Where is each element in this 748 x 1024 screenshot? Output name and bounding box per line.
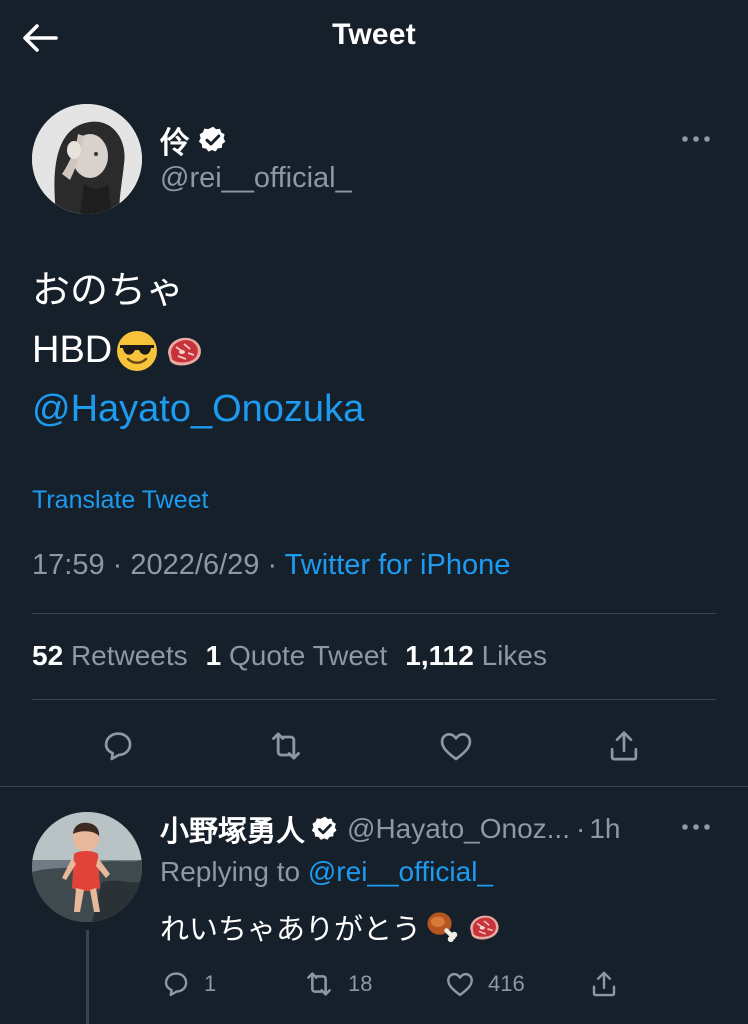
retweet-icon — [307, 972, 331, 996]
author-name-text: 伶 — [160, 127, 190, 160]
meta-separator: · — [267, 549, 278, 581]
avatar-image — [32, 104, 142, 214]
tweet-line-2: HBD — [32, 321, 712, 380]
tweet-line-1: おのちゃ — [32, 270, 185, 312]
quotes-count: 1 — [205, 640, 222, 671]
reply-reply-count: 1 — [204, 971, 217, 996]
tweet-date: 2022/6/29 — [130, 549, 260, 581]
reply-reply-button[interactable]: 1 — [160, 962, 216, 1006]
likes-stat[interactable]: 1,112 Likes — [405, 640, 547, 672]
more-horizontal-icon — [682, 824, 710, 830]
reply-like-count: 416 — [488, 971, 525, 996]
reply-age[interactable]: 1h — [589, 813, 620, 845]
verified-badge-icon — [311, 816, 337, 840]
speech-bubble-icon — [164, 972, 188, 997]
quotes-stat[interactable]: 1 Quote Tweet — [206, 640, 388, 672]
reply-retweet-count: 18 — [348, 971, 373, 996]
sunglasses-emoji-icon — [117, 330, 158, 371]
reply-separator: · — [576, 813, 586, 844]
more-horizontal-icon — [682, 136, 710, 142]
like-button[interactable] — [430, 720, 482, 772]
tweet-metadata: 17:59 · 2022/6/29 · Twitter for iPhone — [32, 549, 510, 582]
replying-to-link[interactable]: @rei__official_ — [308, 856, 493, 887]
replying-to: Replying to @rei__official_ — [160, 856, 493, 888]
author-handle[interactable]: @rei__official_ — [160, 162, 352, 195]
reply-author-handle[interactable]: @Hayato_Onoz... — [347, 813, 570, 845]
avatar-image — [32, 812, 142, 922]
author-name[interactable]: 伶 — [160, 118, 228, 162]
tweet-line-2-text: HBD — [32, 329, 113, 371]
heart-icon — [447, 972, 473, 997]
reply-author-name[interactable]: 小野塚勇人 — [160, 808, 305, 850]
retweet-icon — [272, 732, 300, 760]
thread-line — [86, 930, 89, 1024]
top-bar: Tweet — [0, 0, 748, 80]
retweets-label: Retweets — [70, 640, 188, 671]
share-button[interactable] — [598, 720, 650, 772]
share-icon — [592, 971, 616, 997]
retweets-count: 52 — [32, 640, 64, 671]
author-avatar[interactable] — [32, 104, 142, 214]
meat-on-bone-emoji-icon — [427, 912, 458, 943]
tweet-text: おのちゃ HBD @Hayato_Onozuka — [32, 262, 712, 439]
likes-count: 1,112 — [405, 640, 474, 671]
meat-emoji-icon — [168, 337, 202, 365]
page-title: Tweet — [332, 18, 416, 51]
tweet-source-link[interactable]: Twitter for iPhone — [285, 549, 511, 581]
reply-button[interactable] — [92, 720, 144, 772]
reply-like-button[interactable]: 416 — [444, 962, 525, 1006]
divider — [32, 699, 716, 700]
section-divider — [0, 786, 748, 787]
reply-actions: 1 18 416 — [160, 962, 660, 1006]
heart-icon — [440, 732, 472, 761]
tweet-line-3: @Hayato_Onozuka — [32, 380, 712, 439]
tweet-actions — [32, 720, 716, 772]
reply-text-content: れいちゃありがとう — [160, 914, 422, 946]
reply-retweet-button[interactable]: 18 — [302, 962, 372, 1006]
reply-text: れいちゃありがとう — [160, 906, 503, 948]
meta-separator: · — [112, 549, 123, 581]
reply-author-avatar[interactable] — [32, 812, 142, 922]
reply-more-options-button[interactable] — [676, 812, 716, 842]
tweet-time: 17:59 — [32, 549, 105, 581]
share-icon — [610, 731, 638, 761]
reply-header: 小野塚勇人 @Hayato_Onoz... · 1h — [160, 808, 620, 850]
divider — [32, 613, 716, 614]
retweets-stat[interactable]: 52 Retweets — [32, 640, 188, 672]
speech-bubble-icon — [104, 732, 132, 761]
replying-prefix: Replying to — [160, 856, 301, 887]
mention-link[interactable]: @Hayato_Onozuka — [32, 380, 364, 439]
tweet-stats: 52 Retweets 1 Quote Tweet 1,112 Likes — [32, 640, 565, 672]
verified-badge-icon — [198, 126, 226, 152]
retweet-button[interactable] — [260, 720, 312, 772]
meat-emoji-icon — [470, 915, 499, 940]
likes-label: Likes — [481, 640, 547, 671]
more-options-button[interactable] — [676, 124, 716, 154]
translate-tweet-link[interactable]: Translate Tweet — [32, 486, 208, 515]
reply-share-button[interactable] — [588, 962, 620, 1006]
tweet-detail-screen: Tweet 伶 @rei__official_ おのちゃ HBD @Hayato… — [0, 0, 748, 1024]
quotes-label: Quote Tweet — [229, 640, 388, 671]
